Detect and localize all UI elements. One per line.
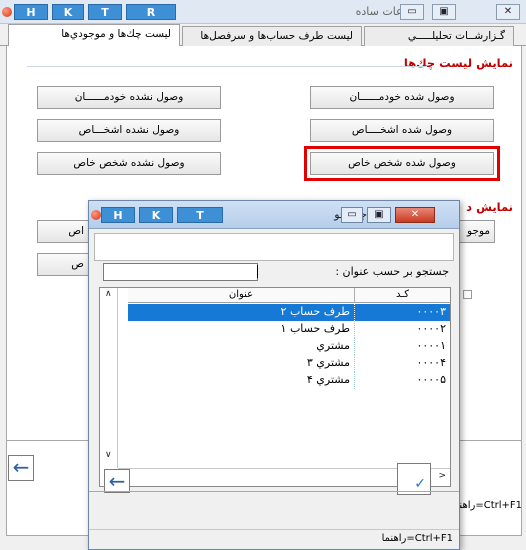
hktr-button-h[interactable]: H [14,4,48,20]
row-code: ٠٠٠٠١ [354,338,450,355]
hktr-button-k[interactable]: K [52,4,84,20]
dialog-hkt-h[interactable]: H [101,207,135,223]
uncollected-specific-person-button[interactable]: وصول نشده شخص خاص [37,152,221,175]
main-titlebar: H K T R اطلاعات ساده ▭ ▣ ✕ [0,0,526,24]
row-code: ٠٠٠٠۴ [354,355,450,372]
collected-specific-person-button[interactable]: وصول شده شخص خاص [304,146,500,181]
minimize-button[interactable]: ▭ [400,4,424,20]
scroll-right-icon[interactable]: > [438,471,446,481]
row-title: طرف حساب ٢ [280,305,350,318]
tab-checks-list[interactable]: ليست چك‌ها و موجودي‌ها [8,24,180,47]
results-grid[interactable]: ∧ ∨ كـد عنوان ٠٠٠٠٣ طرف حساب ٢ ٠٠٠٠٢ طرف… [99,287,451,487]
checkbox-partial[interactable] [463,290,472,299]
search-input[interactable] [103,263,258,281]
text-caret [257,265,258,278]
dialog-logo-icon [91,210,101,220]
dialog-hkt-t[interactable]: T [177,207,223,223]
row-title: طرف حساب ١ [280,322,350,335]
back-arrow-icon[interactable]: ← [8,455,34,481]
help-shortcut-label: راهنما=Ctrl+F1 [450,500,522,511]
uncollected-own-button[interactable]: وصول نشده خودمــــــان [37,86,221,109]
persons-button-partial[interactable]: اص [37,220,89,243]
section-divider [27,66,427,67]
app-logo-icon [2,7,12,17]
row-code: ٠٠٠٠٢ [354,321,450,338]
back-arrow-icon[interactable]: ← [104,469,130,493]
hktr-button-r[interactable]: R [126,4,176,20]
restore-button[interactable]: ▣ [432,4,456,20]
column-header-code[interactable]: كـد [354,288,450,303]
table-row[interactable]: ٠٠٠٠٢ طرف حساب ١ [128,321,450,338]
scroll-up-icon[interactable]: ∧ [105,289,112,299]
close-button[interactable]: ✕ [496,4,520,20]
uncollected-persons-button[interactable]: وصول نشده اشخـــاص [37,119,221,142]
dialog-hkt-k[interactable]: K [139,207,173,223]
help-shortcut-label: راهنما=Ctrl+F1 [381,533,453,544]
column-header-title[interactable]: عنوان [128,288,354,303]
grid-header: كـد عنوان [128,288,450,303]
search-label: جستجو بر حسب عنوان : [335,265,449,278]
table-row[interactable]: ٠٠٠٠۴ مشتري ٣ [128,355,450,372]
row-code: ٠٠٠٠٣ [354,304,450,321]
table-row[interactable]: ٠٠٠٠١ مشتري [128,338,450,355]
scroll-down-icon[interactable]: ∨ [105,450,112,460]
vertical-scrollbar[interactable]: ∧ ∨ [100,288,118,468]
hktr-button-t[interactable]: T [88,4,122,20]
collected-persons-button[interactable]: وصول شده اشخــــاص [310,119,494,142]
dialog-status-separator [89,529,459,530]
dialog-toolbar-area [94,233,454,261]
search-dialog: H K T جستجو ▭ ▣ ✕ جستجو بر حسب عنوان : ∧… [88,200,460,550]
section-title-checks: نمايش ليست چك‌ها [403,56,513,70]
dialog-separator [89,491,459,492]
row-code: ٠٠٠٠۵ [354,372,450,389]
tab-accounts-list[interactable]: ليست طرف حساب‌ها و سرفصل‌ها [182,26,362,46]
table-row[interactable]: ٠٠٠٠۵ مشتري ۴ [128,372,450,389]
dialog-close-button[interactable]: ✕ [395,207,435,223]
row-title: مشتري ۴ [306,373,350,386]
dialog-restore-button[interactable]: ▣ [367,207,391,223]
row-title: مشتري [316,339,350,352]
collected-own-button[interactable]: وصول شده خودمــــــان [310,86,494,109]
partial-button-2[interactable]: ص [37,253,89,276]
section-title-partial: نمايش د [466,200,513,214]
inventory-button-partial[interactable]: موجو [455,220,495,243]
row-title: مشتري ٣ [306,356,350,369]
tab-strip: گـزارشــات تحليلـــــي ليست طرف حساب‌ها … [0,24,526,47]
dialog-titlebar: H K T جستجو ▭ ▣ ✕ [89,201,459,229]
tab-analytical-reports[interactable]: گـزارشــات تحليلـــــي [364,26,514,46]
table-row[interactable]: ٠٠٠٠٣ طرف حساب ٢ [128,304,450,321]
dialog-minimize-button[interactable]: ▭ [341,207,363,223]
